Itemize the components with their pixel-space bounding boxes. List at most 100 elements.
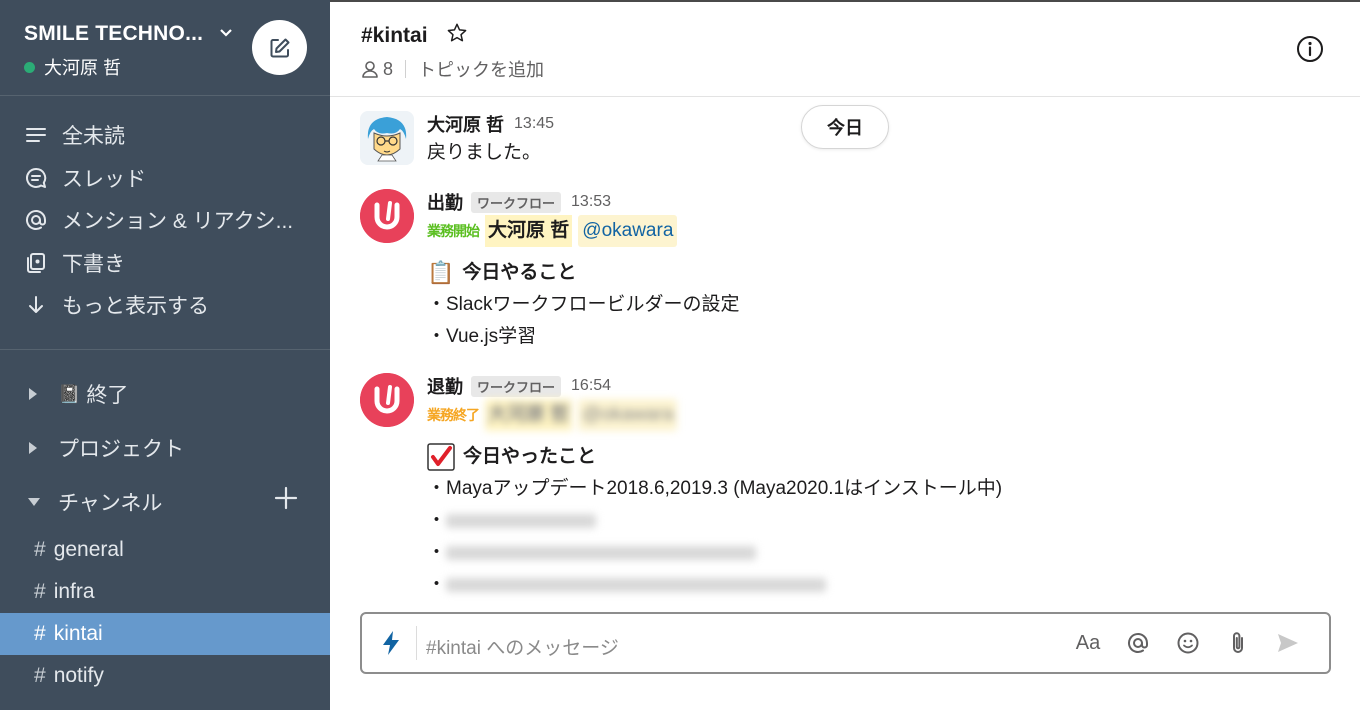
timestamp[interactable]: 16:54: [571, 377, 611, 395]
compose-icon: [270, 38, 289, 57]
nav-label: 全未読: [62, 125, 125, 149]
workflow-badge: ワークフロー: [471, 375, 562, 397]
shortcuts-bolt-icon[interactable]: [380, 630, 402, 656]
message-header: 出勤 ワークフロー 13:53: [427, 189, 1327, 215]
channel-meta: 8 トピックを追加: [361, 56, 544, 82]
workspace-name[interactable]: SMILE TECHNO...: [24, 22, 203, 46]
section-channels[interactable]: チャンネル: [0, 482, 330, 522]
heading-text: 今日やること: [462, 262, 577, 283]
caret-down-icon: [28, 497, 44, 507]
work-end-emoji: 業務終了: [427, 407, 480, 423]
channel-kintai[interactable]: # kintai: [0, 613, 330, 655]
attachment-icon[interactable]: [1213, 628, 1263, 658]
user-name-blurred: 大河原 哲: [485, 399, 573, 431]
u-logo-icon: [360, 189, 414, 243]
clipboard-icon: 📋: [427, 260, 455, 285]
nav-show-more[interactable]: もっと表示する: [0, 284, 330, 327]
sender-name[interactable]: 出勤: [427, 189, 463, 215]
caret-right-icon: [28, 388, 44, 400]
workflow-avatar[interactable]: [360, 373, 414, 427]
composer-separator: [416, 626, 417, 660]
list-item: ・: [427, 537, 1327, 569]
member-icon[interactable]: [361, 60, 379, 78]
channel-name: kintai: [53, 622, 103, 645]
user-name: 大河原 哲: [485, 215, 573, 247]
timestamp[interactable]: 13:45: [514, 115, 554, 133]
add-channel-icon[interactable]: [274, 486, 298, 516]
caret-right-icon: [28, 442, 44, 454]
section-projects[interactable]: プロジェクト: [0, 428, 330, 468]
message-list: 大河原 哲 13:45 戻りました。 今日 出勤 ワークフロー 13:53 業務…: [330, 97, 1360, 607]
section-label: チャンネル: [58, 492, 163, 515]
todo-heading: 📋 今日やること: [427, 257, 1327, 289]
all-unreads-icon: [24, 123, 48, 147]
arrow-down-icon: [24, 293, 48, 317]
send-icon[interactable]: [1263, 628, 1313, 658]
main-pane: #kintai 8 トピックを追加 大河原 哲 13:45 戻りました。 今日 …: [330, 0, 1360, 710]
timestamp[interactable]: 13:53: [571, 193, 611, 211]
emoji-icon[interactable]: [1163, 628, 1213, 658]
sidebar-divider: [0, 349, 330, 350]
list-bullet: ・: [427, 542, 447, 563]
list-item: ・: [427, 505, 1327, 537]
nav-drafts[interactable]: 下書き: [0, 242, 330, 285]
channel-name: infra: [53, 580, 95, 603]
nav-all-unreads[interactable]: 全未読: [0, 114, 330, 157]
member-count[interactable]: 8: [383, 59, 393, 80]
sender-name[interactable]: 大河原 哲: [427, 111, 504, 137]
workflow-avatar[interactable]: [360, 189, 414, 243]
channel-name: general: [53, 538, 124, 561]
blurred-text: [446, 578, 827, 592]
message-composer[interactable]: #kintai へのメッセージ Aa: [360, 612, 1331, 674]
format-button[interactable]: Aa: [1063, 628, 1113, 658]
meta-separator: [405, 60, 407, 78]
workspace-header[interactable]: SMILE TECHNO... 大河原 哲: [0, 0, 330, 96]
channel-header: #kintai 8 トピックを追加: [330, 0, 1360, 97]
at-mention-icon[interactable]: [1113, 628, 1163, 658]
blurred-text: [446, 546, 757, 560]
nav-threads[interactable]: スレッド: [0, 157, 330, 200]
list-item: ・Mayaアップデート2018.6,2019.3 (Maya2020.1はインス…: [427, 478, 1003, 499]
sender-name[interactable]: 退勤: [427, 373, 463, 399]
channel-notify[interactable]: # notify: [0, 655, 330, 697]
current-user: 大河原 哲: [24, 54, 121, 80]
nav-list: 全未読 スレッド メンション & リアクシ... 下書き もっと表示する: [0, 114, 330, 327]
nav-label: もっと表示する: [62, 295, 209, 319]
hash-icon: #: [34, 664, 46, 687]
compose-button[interactable]: [252, 20, 307, 75]
chevron-down-icon[interactable]: [220, 24, 232, 40]
section-emoji: 📓: [58, 383, 81, 404]
drafts-icon: [24, 251, 48, 275]
nav-label: メンション & リアクシ...: [62, 210, 294, 234]
u-logo-icon: [360, 373, 414, 427]
current-user-name: 大河原 哲: [44, 58, 122, 78]
presence-dot-icon: [24, 61, 35, 73]
channel-title[interactable]: #kintai: [361, 24, 428, 48]
mention-icon: [24, 208, 48, 232]
heading-text: 今日やったこと: [463, 446, 597, 467]
user-mention[interactable]: @okawara: [578, 215, 678, 247]
message-input[interactable]: #kintai へのメッセージ: [426, 633, 619, 660]
hash-icon: #: [34, 622, 46, 645]
nav-mentions[interactable]: メンション & リアクシ...: [0, 199, 330, 242]
message-body: 出勤 ワークフロー 13:53 業務開始 大河原 哲 @okawara 📋 今日…: [427, 189, 1327, 353]
section-label: プロジェクト: [58, 438, 184, 461]
star-icon[interactable]: [446, 22, 468, 50]
work-start-emoji: 業務開始: [427, 223, 480, 239]
add-topic-link[interactable]: トピックを追加: [418, 56, 544, 82]
hash-icon: #: [34, 538, 46, 561]
workflow-badge: ワークフロー: [471, 191, 562, 213]
list-item: ・Vue.js学習: [427, 326, 537, 347]
list-bullet: ・: [427, 574, 447, 595]
avatar[interactable]: [360, 111, 414, 165]
attendance-line: 業務終了 大河原 哲 @okawara: [427, 399, 1327, 431]
section-finished[interactable]: 📓 終了: [0, 374, 330, 414]
channel-infra[interactable]: # infra: [0, 571, 330, 613]
section-label: 終了: [86, 384, 129, 407]
user-mention-blurred: @okawara: [578, 399, 678, 431]
sidebar: SMILE TECHNO... 大河原 哲 全未読 スレッド メンション & リ…: [0, 0, 330, 710]
channel-general[interactable]: # general: [0, 529, 330, 571]
date-divider-today[interactable]: 今日: [801, 105, 889, 149]
info-icon[interactable]: [1296, 35, 1324, 63]
threads-icon: [24, 166, 48, 190]
